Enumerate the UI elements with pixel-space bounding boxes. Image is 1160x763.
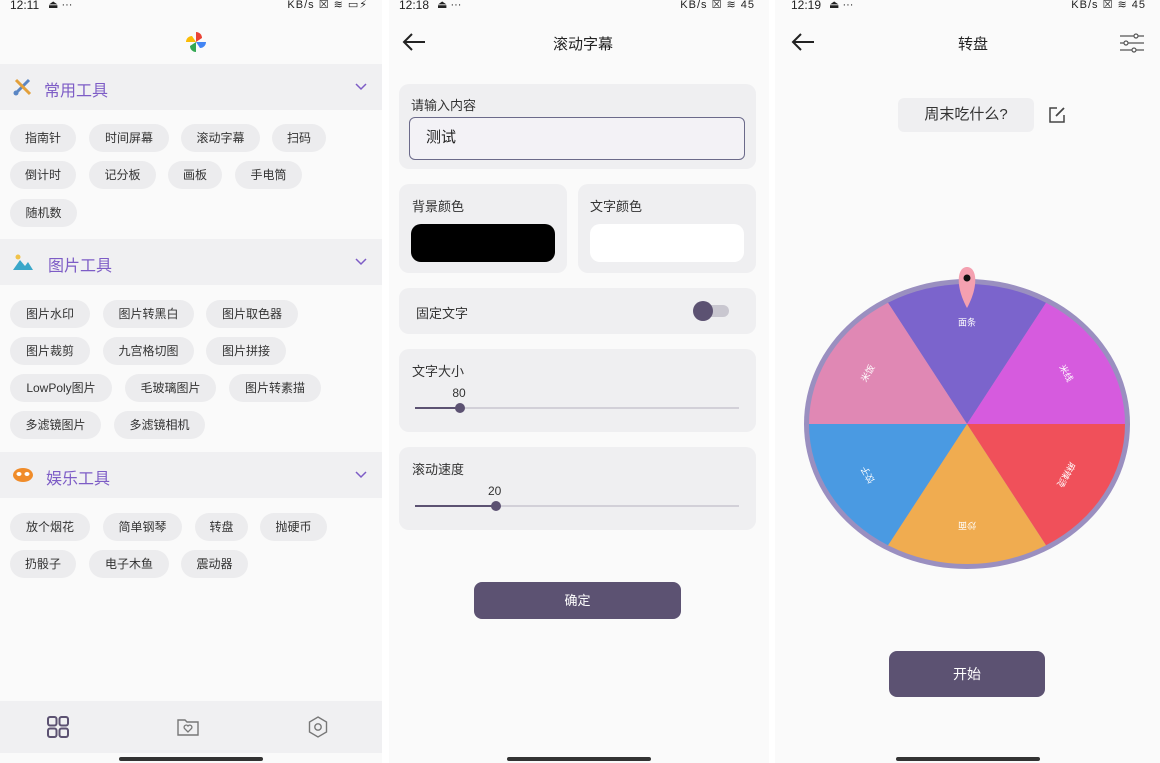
- app-logo-icon: [186, 32, 206, 52]
- spinning-wheel-screen: 12:19 ⏏ ··· KB/s ☒ ≋ 45 转盘 周末吃什么? 面条 米线 麻辣…: [775, 0, 1160, 763]
- chevron-down-icon: [355, 258, 367, 266]
- tools-icon: [13, 78, 32, 96]
- chip-tool[interactable]: 图片拼接: [206, 337, 286, 365]
- text-color-label: 文字颜色: [590, 199, 643, 214]
- text-size-slider-fill: [415, 407, 461, 409]
- chip-tool[interactable]: 指南针: [10, 124, 76, 152]
- chip-tool[interactable]: 图片转素描: [229, 374, 321, 402]
- settings-icon[interactable]: [306, 715, 330, 739]
- chip-tool[interactable]: 扫码: [272, 124, 326, 152]
- chip-tool[interactable]: 图片裁剪: [10, 337, 90, 365]
- section-header-fun-tools[interactable]: 娱乐工具: [0, 452, 382, 498]
- bg-color-label: 背景颜色: [412, 199, 465, 214]
- section-title: 娱乐工具: [46, 471, 111, 488]
- scroll-speed-slider-thumb[interactable]: [491, 501, 501, 511]
- chip-tool[interactable]: 画板: [168, 161, 222, 189]
- wheel-segment-label: 炒面: [958, 520, 976, 530]
- chip-tool[interactable]: 时间屏幕: [89, 124, 169, 152]
- status-extra: ⏏ ···: [437, 0, 462, 11]
- wheel-pointer-dot: [963, 274, 971, 282]
- section-title: 常用工具: [44, 83, 109, 100]
- chip-tool[interactable]: 转盘: [195, 513, 248, 541]
- fixed-text-card: 固定文字: [399, 288, 756, 334]
- section-header-image-tools[interactable]: 图片工具: [0, 239, 382, 285]
- status-icons: KB/s ☒ ≋ ▭⚡: [287, 0, 368, 11]
- scroll-speed-label: 滚动速度: [412, 462, 465, 477]
- chip-tool[interactable]: 抛硬币: [260, 513, 327, 541]
- back-arrow-icon[interactable]: [790, 30, 816, 54]
- text-size-value: 80: [452, 386, 466, 400]
- home-indicator: [507, 757, 651, 761]
- folder-heart-icon[interactable]: [176, 715, 200, 739]
- chip-tool[interactable]: 电子木鱼: [89, 550, 169, 578]
- input-label: 请输入内容: [411, 98, 477, 113]
- start-button[interactable]: 开始: [889, 651, 1045, 697]
- section-title: 图片工具: [48, 258, 113, 275]
- scrolling-subtitle-screen: 12:18 ⏏ ··· KB/s ☒ ≋ 45 滚动字幕 请输入内容 测试 背景…: [389, 0, 769, 763]
- section-header-common-tools[interactable]: 常用工具: [0, 64, 382, 110]
- back-arrow-icon[interactable]: [401, 30, 427, 54]
- home-indicator: [119, 757, 263, 761]
- status-extra: ⏏ ···: [829, 0, 854, 11]
- home-indicator: [895, 757, 1040, 761]
- status-extra: ⏏ ···: [48, 0, 73, 11]
- bottom-nav: [0, 701, 382, 753]
- page-title: 转盘: [957, 36, 988, 53]
- scroll-speed-slider-fill: [415, 505, 496, 507]
- chevron-down-icon: [355, 471, 367, 479]
- wheel-topic: 周末吃什么?: [898, 98, 1034, 132]
- toggle-knob[interactable]: [693, 301, 713, 321]
- status-time: 12:18: [399, 0, 430, 12]
- chip-tool[interactable]: 随机数: [10, 199, 77, 227]
- chip-tool[interactable]: 九宫格切图: [103, 337, 194, 365]
- chip-tool[interactable]: 图片水印: [10, 300, 90, 328]
- page-title: 滚动字幕: [552, 36, 613, 53]
- status-bar: 12:11 ⏏ ··· KB/s ☒ ≋ ▭⚡: [0, 0, 382, 14]
- status-icons: KB/s ☒ ≋ 45: [680, 0, 755, 11]
- bg-color-card: 背景颜色: [399, 184, 567, 273]
- chip-tool[interactable]: 多滤镜图片: [10, 411, 101, 439]
- text-color-card: 文字颜色: [578, 184, 756, 273]
- chip-tool[interactable]: 扔骰子: [10, 550, 76, 578]
- chip-tool[interactable]: 图片取色器: [206, 300, 298, 328]
- confirm-button[interactable]: 确定: [474, 582, 681, 619]
- text-color-swatch[interactable]: [590, 224, 744, 262]
- chip-tool[interactable]: 记分板: [89, 161, 156, 189]
- chevron-down-icon: [355, 83, 367, 91]
- chip-tool[interactable]: 手电筒: [235, 161, 302, 189]
- chip-tool[interactable]: 倒计时: [10, 161, 76, 189]
- chip-tool[interactable]: LowPoly图片: [10, 374, 112, 402]
- content-input-card: 请输入内容 测试: [399, 84, 756, 169]
- chip-tool[interactable]: 滚动字幕: [181, 124, 260, 152]
- scroll-speed-card: 滚动速度 20: [399, 447, 756, 530]
- status-time: 12:19: [791, 0, 822, 12]
- status-time: 12:11: [10, 0, 40, 12]
- fixed-text-label: 固定文字: [416, 306, 469, 321]
- chip-tool[interactable]: 多滤镜相机: [114, 411, 205, 439]
- status-icons: KB/s ☒ ≋ 45: [1071, 0, 1146, 11]
- bg-color-swatch[interactable]: [411, 224, 555, 262]
- grid-icon[interactable]: [46, 715, 70, 739]
- chip-tool[interactable]: 毛玻璃图片: [125, 374, 216, 402]
- chip-tool[interactable]: 放个烟花: [10, 513, 90, 541]
- chip-tool[interactable]: 震动器: [181, 550, 248, 578]
- settings-sliders-icon[interactable]: [1119, 32, 1145, 54]
- spinning-wheel[interactable]: 面条米线麻辣烫炒面饺子米饭: [802, 264, 1132, 576]
- mask-icon: [13, 468, 33, 482]
- text-size-slider-thumb[interactable]: [455, 403, 466, 413]
- edit-icon[interactable]: [1047, 105, 1067, 125]
- chip-tool[interactable]: 简单钢琴: [103, 513, 182, 541]
- tools-home-screen: 12:11 ⏏ ··· KB/s ☒ ≋ ▭⚡ 常用工具 指南针 时间屏幕 滚动…: [0, 0, 382, 763]
- chip-tool[interactable]: 图片转黑白: [103, 300, 194, 328]
- content-input[interactable]: 测试: [409, 117, 745, 160]
- text-size-card: 文字大小 80: [399, 349, 756, 432]
- status-bar: 12:19 ⏏ ··· KB/s ☒ ≋ 45: [775, 0, 1160, 14]
- status-bar: 12:18 ⏏ ··· KB/s ☒ ≋ 45: [389, 0, 769, 14]
- text-size-label: 文字大小: [412, 364, 465, 379]
- scroll-speed-value: 20: [488, 484, 502, 498]
- image-icon: [13, 254, 33, 270]
- wheel-segment-label: 面条: [958, 317, 976, 328]
